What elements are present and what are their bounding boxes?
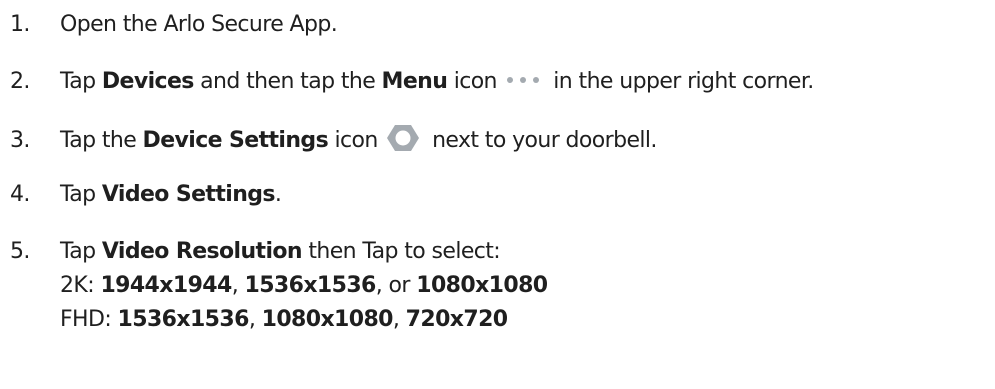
- resolution-value: 720x720: [405, 307, 508, 332]
- resolution-value: 1536x1536: [117, 307, 250, 332]
- step-number: 4.: [10, 182, 30, 207]
- more-dots-icon: [506, 77, 539, 83]
- step-1: 1. Open the Arlo Secure App.: [10, 10, 338, 40]
- separator: ,: [392, 307, 406, 332]
- video-settings-label: Video Settings: [101, 182, 276, 207]
- device-settings-label: Device Settings: [142, 128, 329, 153]
- step-text: .: [274, 182, 282, 207]
- instruction-steps: 1. Open the Arlo Secure App. 2. Tap Device…: [0, 0, 995, 389]
- step-text: Tap: [60, 239, 102, 264]
- resolution-value: 1080x1080: [416, 273, 548, 298]
- option-label: 2K:: [60, 273, 101, 298]
- separator: , or: [375, 273, 417, 298]
- step-text: Open the Arlo Secure App.: [60, 12, 338, 37]
- gear-icon: [386, 125, 419, 151]
- step-3: 3. Tap the Device Settings icon next to y…: [10, 123, 657, 156]
- step-number: 5.: [10, 239, 30, 264]
- separator: ,: [231, 273, 245, 298]
- step-text: then Tap to select:: [301, 239, 501, 264]
- step-number: 3.: [10, 128, 30, 153]
- resolution-value: 1080x1080: [261, 307, 394, 332]
- step-text: icon: [328, 128, 378, 153]
- step-4: 4. Tap Video Settings.: [10, 180, 282, 210]
- devices-label: Devices: [101, 69, 195, 94]
- resolution-value: 1944x1944: [100, 273, 232, 298]
- menu-label: Menu: [381, 69, 448, 94]
- step-text: Tap: [60, 69, 102, 94]
- step-text: and then tap the: [193, 69, 382, 94]
- step-number: 2.: [10, 69, 30, 94]
- step-text: Tap the: [60, 128, 143, 153]
- option-label: FHD:: [60, 307, 118, 332]
- resolution-option-fhd: FHD: 1536x1536, 1080x1080, 720x720: [60, 305, 508, 335]
- step-text: icon: [447, 69, 498, 94]
- step-text: in the upper right corner.: [546, 69, 814, 94]
- step-2: 2. Tap Devices and then tap the Menu icon…: [10, 67, 814, 97]
- resolution-value: 1536x1536: [244, 273, 377, 298]
- video-resolution-label: Video Resolution: [101, 239, 303, 264]
- resolution-option-2k: 2K: 1944x1944, 1536x1536, or 1080x1080: [60, 271, 548, 301]
- step-number: 1.: [10, 12, 30, 37]
- step-text: Tap: [60, 182, 102, 207]
- step-text: next to your doorbell.: [425, 128, 657, 153]
- step-5: 5. Tap Video Resolution then Tap to selec…: [10, 237, 501, 267]
- separator: ,: [248, 307, 262, 332]
